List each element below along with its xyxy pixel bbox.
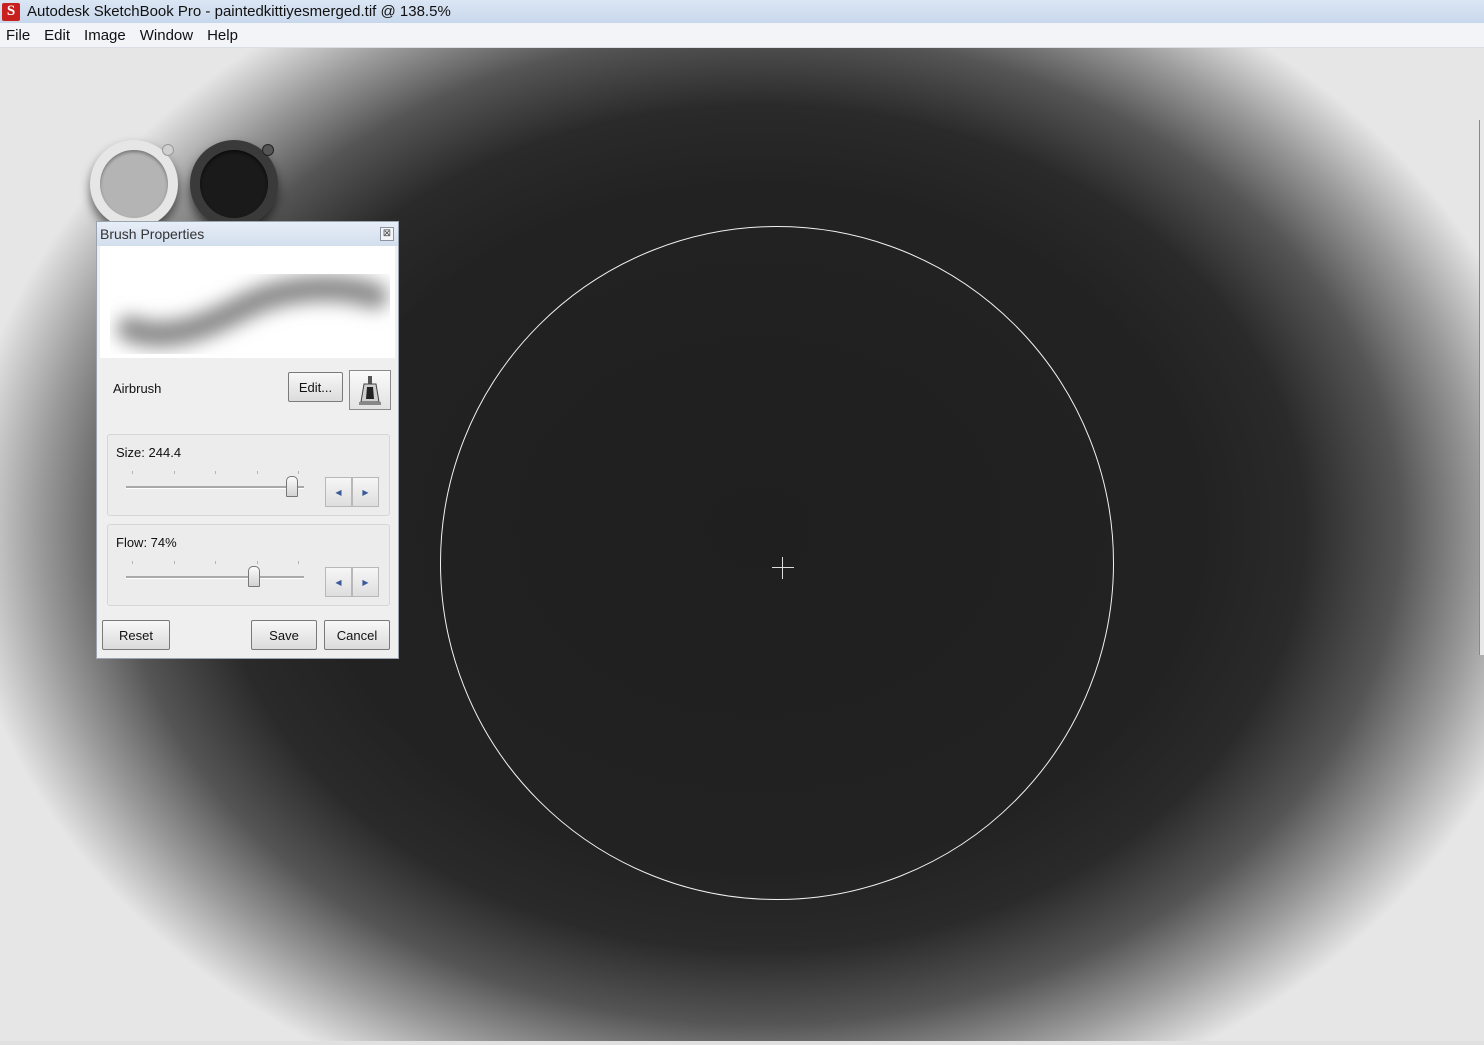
flow-decrease-button[interactable]: ◀ <box>325 567 352 597</box>
cancel-button[interactable]: Cancel <box>324 620 390 650</box>
menu-window[interactable]: Window <box>136 27 197 44</box>
flow-slider-track[interactable] <box>126 576 304 579</box>
size-slider-track[interactable] <box>126 486 304 489</box>
flow-label: Flow: 74% <box>116 535 177 550</box>
edit-brush-button[interactable]: Edit... <box>288 372 343 402</box>
close-icon[interactable]: ⊠ <box>380 227 394 241</box>
save-button[interactable]: Save <box>251 620 317 650</box>
primary-color-swatch <box>100 150 168 218</box>
slider-tick <box>298 471 299 474</box>
puck-indicator-icon <box>162 144 174 156</box>
stroke-preview-graphic <box>117 275 388 348</box>
primary-color-puck[interactable] <box>90 140 178 228</box>
size-increase-button[interactable]: ▶ <box>352 477 379 507</box>
brush-stroke-preview <box>100 246 395 358</box>
slider-tick <box>132 561 133 564</box>
menu-file[interactable]: File <box>2 27 34 44</box>
airbrush-icon <box>359 376 381 405</box>
size-stepper: ◀ ▶ <box>325 477 379 507</box>
size-control-group: Size: 244.4 ◀ ▶ <box>107 434 390 516</box>
slider-tick <box>132 471 133 474</box>
size-label: Size: 244.4 <box>116 445 182 460</box>
slider-tick <box>257 561 258 564</box>
puck-indicator-icon <box>262 144 274 156</box>
sketchbook-logo-icon: S <box>2 2 20 21</box>
slider-tick <box>257 471 258 474</box>
brush-name: Airbrush <box>113 380 162 396</box>
slider-tick <box>215 471 216 474</box>
size-decrease-button[interactable]: ◀ <box>325 477 352 507</box>
secondary-color-swatch <box>200 150 268 218</box>
airbrush-tool-button[interactable] <box>349 370 391 410</box>
menu-image[interactable]: Image <box>80 27 130 44</box>
flow-control-group: Flow: 74% ◀ ▶ <box>107 524 390 606</box>
menu-bar: File Edit Image Window Help <box>0 23 1484 48</box>
crosshair-cursor-icon <box>772 557 794 579</box>
size-slider-thumb[interactable] <box>285 476 298 497</box>
window-title: Autodesk SketchBook Pro - paintedkittiye… <box>27 3 451 20</box>
bottom-strip <box>0 1041 1484 1045</box>
slider-tick <box>215 561 216 564</box>
reset-button[interactable]: Reset <box>102 620 170 650</box>
brush-row: Airbrush Edit... <box>97 358 398 418</box>
panel-header[interactable]: Brush Properties ⊠ <box>97 222 398 246</box>
slider-tick <box>174 471 175 474</box>
flow-slider-thumb[interactable] <box>248 566 261 587</box>
menu-edit[interactable]: Edit <box>40 27 74 44</box>
title-bar: S Autodesk SketchBook Pro - paintedkitti… <box>0 0 1484 23</box>
brush-properties-panel: Brush Properties ⊠ Airbrush Edit... Size… <box>96 221 399 659</box>
slider-tick <box>174 561 175 564</box>
right-edge-panel <box>1479 120 1484 655</box>
slider-tick <box>298 561 299 564</box>
secondary-color-puck[interactable] <box>190 140 278 228</box>
panel-title: Brush Properties <box>100 226 205 242</box>
flow-stepper: ◀ ▶ <box>325 567 379 597</box>
menu-help[interactable]: Help <box>203 27 242 44</box>
flow-increase-button[interactable]: ▶ <box>352 567 379 597</box>
